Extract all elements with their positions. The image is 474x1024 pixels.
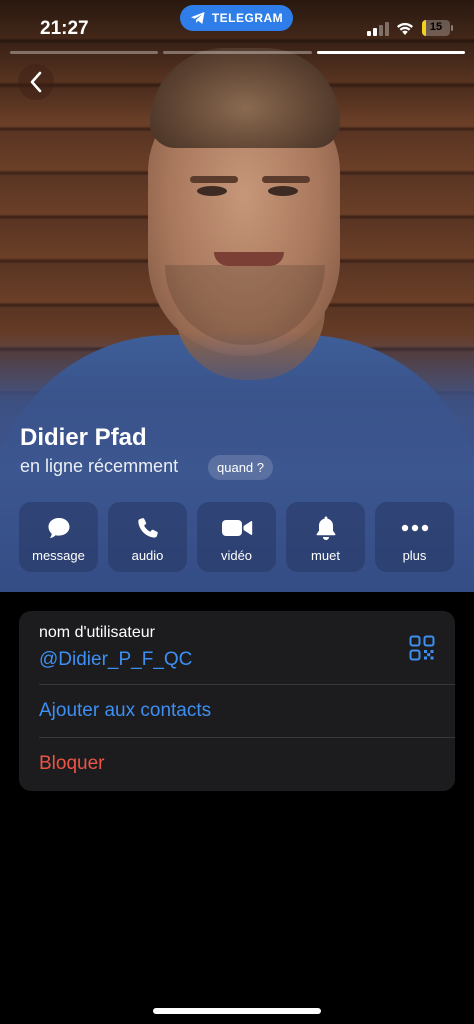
info-card: nom d'utilisateur @Didier_P_F_QC Ajouter… <box>19 611 455 791</box>
telegram-pill-label: TELEGRAM <box>211 11 284 25</box>
telegram-icon <box>190 12 205 24</box>
chat-bubble-icon <box>48 518 69 538</box>
mute-button[interactable]: muet <box>286 502 365 572</box>
story-progress-bar <box>10 51 159 54</box>
action-bar: message audio vidéo muet plus <box>19 502 455 572</box>
username-value[interactable]: @Didier_P_F_QC <box>39 649 192 671</box>
telegram-pill[interactable]: TELEGRAM <box>180 5 293 31</box>
photo-brow-left <box>190 176 238 183</box>
presence-status: en ligne récemment <box>20 456 179 476</box>
add-contact-button[interactable]: Ajouter aux contacts <box>39 700 211 722</box>
photo-brow-right <box>262 176 310 183</box>
block-row[interactable]: Bloquer <box>19 738 455 791</box>
story-progress-bar <box>316 51 465 54</box>
video-call-button[interactable]: vidéo <box>197 502 276 572</box>
add-contact-row[interactable]: Ajouter aux contacts <box>19 685 455 737</box>
qr-code-icon[interactable] <box>409 635 435 661</box>
more-label: plus <box>402 548 427 563</box>
when-button[interactable]: quand ? <box>208 455 273 480</box>
story-progress-bars <box>10 51 465 54</box>
phone-icon <box>137 518 158 538</box>
video-camera-icon <box>221 520 252 536</box>
battery-cap <box>451 25 453 31</box>
battery-icon: 15 <box>422 20 450 36</box>
profile-name: Didier Pfad <box>20 424 147 451</box>
video-label: vidéo <box>220 548 253 563</box>
more-button[interactable]: plus <box>375 502 454 572</box>
block-button[interactable]: Bloquer <box>39 753 105 775</box>
back-button[interactable] <box>18 64 54 100</box>
message-label: message <box>32 548 85 563</box>
photo-mouth <box>214 252 284 266</box>
signal-icon <box>367 22 389 36</box>
username-label: nom d'utilisateur <box>39 624 155 641</box>
mute-label: muet <box>311 548 340 563</box>
more-dots-icon <box>401 524 428 532</box>
message-button[interactable]: message <box>19 502 98 572</box>
photo-eye-left <box>197 186 227 196</box>
battery-level: 15 <box>429 21 443 33</box>
story-progress-bar <box>163 51 312 54</box>
photo-hair <box>150 48 340 148</box>
wifi-icon <box>397 22 413 35</box>
username-row[interactable]: nom d'utilisateur @Didier_P_F_QC <box>19 611 455 684</box>
audio-label: audio <box>131 548 164 563</box>
status-time: 21:27 <box>40 18 89 39</box>
bell-icon <box>316 516 335 540</box>
home-indicator[interactable] <box>153 1008 321 1014</box>
photo-eye-right <box>268 186 298 196</box>
audio-call-button[interactable]: audio <box>108 502 187 572</box>
chevron-left-icon <box>30 71 42 93</box>
